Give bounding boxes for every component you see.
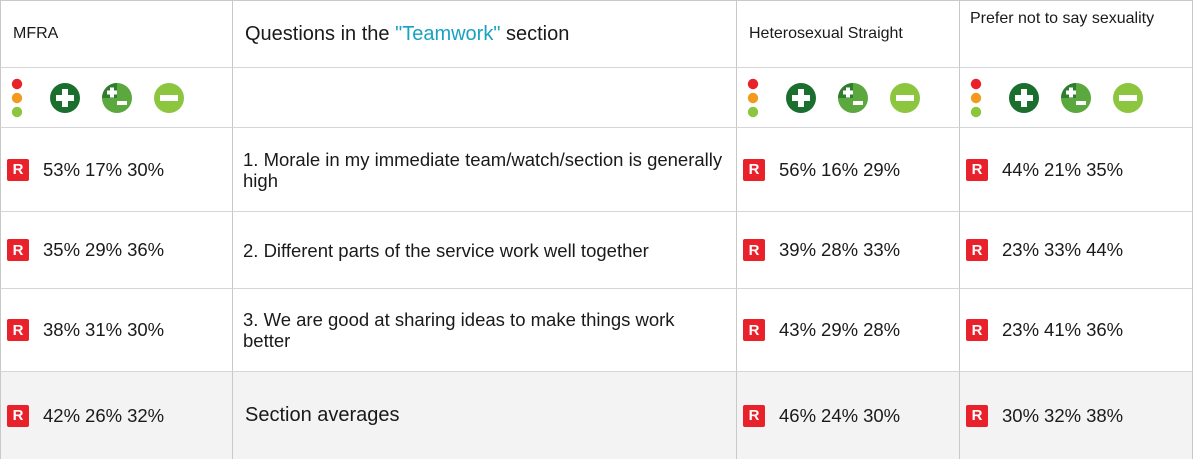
negative-percent: 36%	[1086, 319, 1124, 340]
stat-cell: R 23% 41% 36%	[960, 289, 1193, 372]
rating-badge: R	[7, 404, 29, 427]
neutral-percent: 21%	[1044, 158, 1082, 180]
rating-badge: R	[966, 239, 988, 261]
plus-minus-circle-icon	[101, 78, 153, 118]
minus-circle-icon	[1112, 78, 1164, 118]
icon-row-hetero	[737, 68, 960, 128]
stat-cell: R 53% 17% 30%	[0, 128, 233, 212]
rating-badge: R	[7, 158, 29, 181]
neutral-percent: 32%	[1044, 404, 1082, 426]
positive-percent: 38%	[43, 319, 81, 340]
rating-badge: R	[743, 319, 765, 341]
avg-cell: R 30% 32% 38%	[960, 372, 1193, 459]
col-header-questions: Questions in the "Teamwork" section	[233, 1, 737, 68]
stat-cell: R 56% 16% 29%	[737, 128, 960, 212]
rating-badge: R	[966, 158, 988, 181]
rating-badge: R	[743, 158, 765, 181]
minus-circle-icon	[153, 78, 205, 118]
positive-percent: 42%	[43, 404, 81, 426]
negative-percent: 38%	[1086, 404, 1124, 426]
questions-suffix: section	[506, 22, 570, 45]
neutral-percent: 29%	[821, 319, 859, 340]
plus-circle-icon	[1008, 78, 1060, 118]
minus-circle-icon	[889, 78, 941, 118]
negative-percent: 32%	[127, 404, 165, 426]
stat-cell: R 35% 29% 36%	[0, 212, 233, 289]
negative-percent: 28%	[863, 319, 901, 340]
positive-percent: 23%	[1002, 239, 1040, 260]
rating-badge: R	[966, 404, 988, 427]
rating-badge: R	[7, 239, 29, 261]
negative-percent: 44%	[1086, 239, 1124, 260]
col-header-prefer-not-say: Prefer not to say sexuality	[960, 1, 1193, 68]
rating-badge: R	[743, 239, 765, 261]
positive-percent: 35%	[43, 239, 81, 260]
stat-cell: R 43% 29% 28%	[737, 289, 960, 372]
col-header-mfra: MFRA	[0, 1, 233, 68]
plus-circle-icon	[49, 78, 101, 118]
col-header-heterosexual: Heterosexual Straight	[737, 1, 960, 68]
icon-row-prefer	[960, 68, 1193, 128]
stat-cell: R 39% 28% 33%	[737, 212, 960, 289]
negative-percent: 35%	[1086, 158, 1124, 180]
traffic-light-icon	[745, 78, 785, 118]
negative-percent: 30%	[127, 319, 165, 340]
question-text: 1. Morale in my immediate team/watch/sec…	[233, 128, 737, 212]
traffic-light-icon	[9, 78, 49, 118]
stat-cell: R 44% 21% 35%	[960, 128, 1193, 212]
stat-cell: R 38% 31% 30%	[0, 289, 233, 372]
positive-percent: 56%	[779, 158, 817, 180]
neutral-percent: 16%	[821, 158, 859, 180]
plus-minus-circle-icon	[1060, 78, 1112, 118]
positive-percent: 30%	[1002, 404, 1040, 426]
neutral-percent: 33%	[1044, 239, 1082, 260]
icon-row-mfra	[0, 68, 233, 128]
neutral-percent: 17%	[85, 158, 123, 180]
icon-row-blank	[233, 68, 737, 128]
positive-percent: 39%	[779, 239, 817, 260]
results-table: MFRA Questions in the "Teamwork" section…	[0, 0, 1193, 459]
questions-prefix: Questions in the	[245, 22, 390, 45]
plus-minus-circle-icon	[837, 78, 889, 118]
avg-cell: R 42% 26% 32%	[0, 372, 233, 459]
neutral-percent: 26%	[85, 404, 123, 426]
neutral-percent: 29%	[85, 239, 123, 260]
plus-circle-icon	[785, 78, 837, 118]
positive-percent: 23%	[1002, 319, 1040, 340]
neutral-percent: 24%	[821, 404, 859, 426]
stat-cell: R 23% 33% 44%	[960, 212, 1193, 289]
rating-badge: R	[7, 319, 29, 341]
questions-section-name: "Teamwork"	[395, 22, 501, 45]
negative-percent: 30%	[863, 404, 901, 426]
rating-badge: R	[966, 319, 988, 341]
neutral-percent: 31%	[85, 319, 123, 340]
neutral-percent: 28%	[821, 239, 859, 260]
neutral-percent: 41%	[1044, 319, 1082, 340]
positive-percent: 53%	[43, 158, 81, 180]
avg-cell: R 46% 24% 30%	[737, 372, 960, 459]
question-text: 3. We are good at sharing ideas to make …	[233, 289, 737, 372]
positive-percent: 44%	[1002, 158, 1040, 180]
negative-percent: 33%	[863, 239, 901, 260]
negative-percent: 36%	[127, 239, 165, 260]
traffic-light-icon	[968, 78, 1008, 118]
question-text: 2. Different parts of the service work w…	[233, 212, 737, 289]
negative-percent: 30%	[127, 158, 165, 180]
rating-badge: R	[743, 404, 765, 427]
positive-percent: 43%	[779, 319, 817, 340]
positive-percent: 46%	[779, 404, 817, 426]
section-averages-label: Section averages	[233, 372, 737, 459]
negative-percent: 29%	[863, 158, 901, 180]
